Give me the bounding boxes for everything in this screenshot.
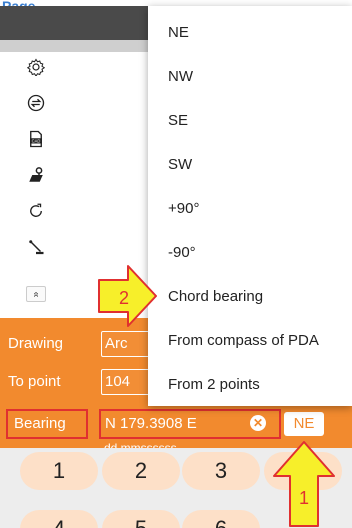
collapse-toolbar-button[interactable]: » — [26, 286, 46, 302]
menu-item-minus-90[interactable]: -90° — [168, 244, 196, 261]
swap-icon — [27, 94, 45, 112]
menu-item-plus-90[interactable]: +90° — [168, 200, 199, 217]
key-5[interactable]: 5 — [102, 510, 180, 528]
clear-icon[interactable]: ✕ — [250, 415, 266, 431]
rotate-icon — [30, 203, 42, 217]
line-tool-button[interactable] — [26, 236, 46, 258]
callout-2-label: 2 — [119, 288, 129, 308]
bearing-label: Bearing — [6, 409, 88, 439]
menu-item-from-compass[interactable]: From compass of PDA — [168, 332, 319, 349]
settings-button[interactable] — [26, 56, 46, 78]
chevron-up-icon: » — [30, 291, 42, 297]
drawing-label: Drawing — [8, 335, 64, 352]
key-3[interactable]: 3 — [182, 452, 260, 490]
gear-icon — [27, 58, 45, 76]
swap-button[interactable] — [26, 92, 46, 114]
menu-item-nw[interactable]: NW — [168, 68, 193, 85]
key-1[interactable]: 1 — [20, 452, 98, 490]
callout-arrow-2: 2 — [98, 265, 157, 327]
menu-item-chord-bearing[interactable]: Chord bearing — [168, 288, 263, 305]
to-point-label: To point — [8, 373, 61, 390]
key-2[interactable]: 2 — [102, 452, 180, 490]
bearing-options-menu: NE NW SE SW +90° -90° Chord bearing From… — [148, 6, 352, 406]
key-4[interactable]: 4 — [20, 510, 98, 528]
key-6[interactable]: 6 — [182, 510, 260, 528]
menu-item-ne[interactable]: NE — [168, 24, 189, 41]
callout-1-label: 1 — [299, 488, 309, 508]
menu-item-se[interactable]: SE — [168, 112, 188, 129]
svg-text:CAD: CAD — [32, 138, 41, 143]
line-tool-icon — [29, 240, 44, 255]
map-pin-icon — [29, 167, 43, 182]
rotate-button[interactable] — [26, 200, 46, 222]
quadrant-button[interactable]: NE — [284, 412, 324, 436]
menu-item-from-2-points[interactable]: From 2 points — [168, 376, 260, 393]
cad-file-button[interactable]: CAD — [26, 128, 46, 150]
menu-item-sw[interactable]: SW — [168, 156, 192, 173]
cad-file-icon: CAD — [30, 130, 42, 148]
callout-arrow-1: 1 — [273, 441, 335, 527]
map-pin-button[interactable] — [26, 164, 46, 186]
